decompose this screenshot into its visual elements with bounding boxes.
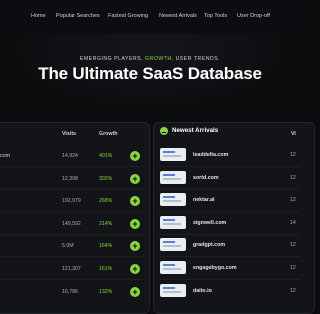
table-row-growth: 214% bbox=[99, 221, 113, 227]
site-thumbnail[interactable] bbox=[160, 148, 186, 161]
arrival-domain[interactable]: nektar.ai bbox=[193, 197, 215, 203]
site-thumbnail[interactable] bbox=[160, 171, 186, 184]
arrival-visits: 12 bbox=[290, 197, 296, 203]
add-button[interactable]: + bbox=[130, 219, 140, 229]
arrival-visits: 12 bbox=[290, 288, 296, 294]
arrival-visits: 12 bbox=[290, 265, 296, 271]
nav-user-drop-off[interactable]: User Drop-off bbox=[237, 13, 270, 19]
tagline-part-3: USER TRENDS. bbox=[175, 56, 221, 62]
add-button[interactable]: + bbox=[130, 287, 140, 297]
visits-column-header: Visits bbox=[62, 131, 77, 137]
table-row-visits: 121,307 bbox=[62, 266, 81, 272]
add-button[interactable]: + bbox=[130, 196, 140, 206]
arrival-visits: 12 bbox=[290, 175, 296, 181]
site-thumbnail[interactable] bbox=[160, 238, 186, 251]
nav-fastest-growing[interactable]: Fastest Growing bbox=[108, 13, 148, 19]
add-button[interactable]: + bbox=[130, 151, 140, 161]
nav-home[interactable]: Home bbox=[31, 13, 46, 19]
arrival-visits: 12 bbox=[290, 152, 296, 158]
row-divider bbox=[158, 166, 300, 167]
hero-tagline: EMERGING PLAYERS, GROWTH, USER TRENDS. bbox=[0, 56, 300, 62]
site-thumbnail[interactable] bbox=[160, 284, 186, 297]
row-divider bbox=[0, 256, 146, 257]
sparkle-icon bbox=[160, 127, 168, 135]
nav-top-tools[interactable]: Top Tools bbox=[204, 13, 227, 19]
nav-popular-searches[interactable]: Popular Searches bbox=[56, 13, 100, 19]
arrival-domain[interactable]: daito.io bbox=[193, 288, 212, 294]
add-button[interactable]: + bbox=[130, 174, 140, 184]
tagline-part-2: GROWTH, bbox=[145, 56, 174, 62]
row-divider bbox=[0, 189, 146, 190]
top-nav: Home Popular Searches Fastest Growing Ne… bbox=[0, 0, 300, 34]
table-row-domain[interactable]: com bbox=[0, 153, 10, 159]
newest-arrivals-title: Newest Arrivals bbox=[172, 127, 219, 134]
table-row-growth: 401% bbox=[99, 153, 113, 159]
hero-headline: The Ultimate SaaS Database bbox=[38, 64, 262, 83]
row-divider bbox=[158, 189, 300, 190]
table-row-visits: 14,924 bbox=[62, 153, 78, 159]
arrival-domain[interactable]: engagebygo.com bbox=[193, 265, 237, 271]
arrival-domain[interactable]: sortd.com bbox=[193, 175, 219, 181]
add-button[interactable]: + bbox=[130, 241, 140, 251]
tagline-part-1: EMERGING PLAYERS, bbox=[79, 56, 144, 62]
nav-newest-arrivals[interactable]: Newest Arrivals bbox=[159, 13, 197, 19]
site-thumbnail[interactable] bbox=[160, 261, 186, 274]
table-row-growth: 164% bbox=[99, 243, 113, 249]
row-divider bbox=[0, 166, 146, 167]
table-row-visits: 16,786 bbox=[62, 289, 78, 295]
table-row-visits: 5.0M bbox=[62, 243, 74, 249]
arrival-domain[interactable]: gradgpt.com bbox=[193, 242, 225, 248]
table-row-visits: 192,979 bbox=[62, 198, 81, 204]
table-row-growth: 132% bbox=[99, 289, 113, 295]
table-row-growth: 268% bbox=[99, 198, 113, 204]
row-divider bbox=[0, 211, 146, 212]
table-row-visits: 149,592 bbox=[62, 221, 81, 227]
arrival-visits: 12 bbox=[290, 242, 296, 248]
row-divider bbox=[158, 234, 300, 235]
site-thumbnail[interactable] bbox=[160, 216, 186, 229]
table-row-visits: 12,398 bbox=[62, 176, 78, 182]
growth-table-panel bbox=[0, 122, 150, 314]
table-row-growth: 161% bbox=[99, 266, 113, 272]
arrival-domain[interactable]: leaddelta.com bbox=[193, 152, 228, 158]
add-button[interactable]: + bbox=[130, 264, 140, 274]
arrival-visits: 14 bbox=[290, 220, 296, 226]
row-divider bbox=[158, 256, 300, 257]
table-row-growth: 302% bbox=[99, 176, 113, 182]
row-divider bbox=[158, 211, 300, 212]
visits-column-header: Vi bbox=[291, 131, 296, 137]
row-divider bbox=[158, 279, 300, 280]
site-thumbnail[interactable] bbox=[160, 193, 186, 206]
arrival-domain[interactable]: signwell.com bbox=[193, 220, 226, 226]
row-divider bbox=[0, 279, 146, 280]
growth-column-header: Growth bbox=[99, 131, 118, 137]
row-divider bbox=[0, 234, 146, 235]
